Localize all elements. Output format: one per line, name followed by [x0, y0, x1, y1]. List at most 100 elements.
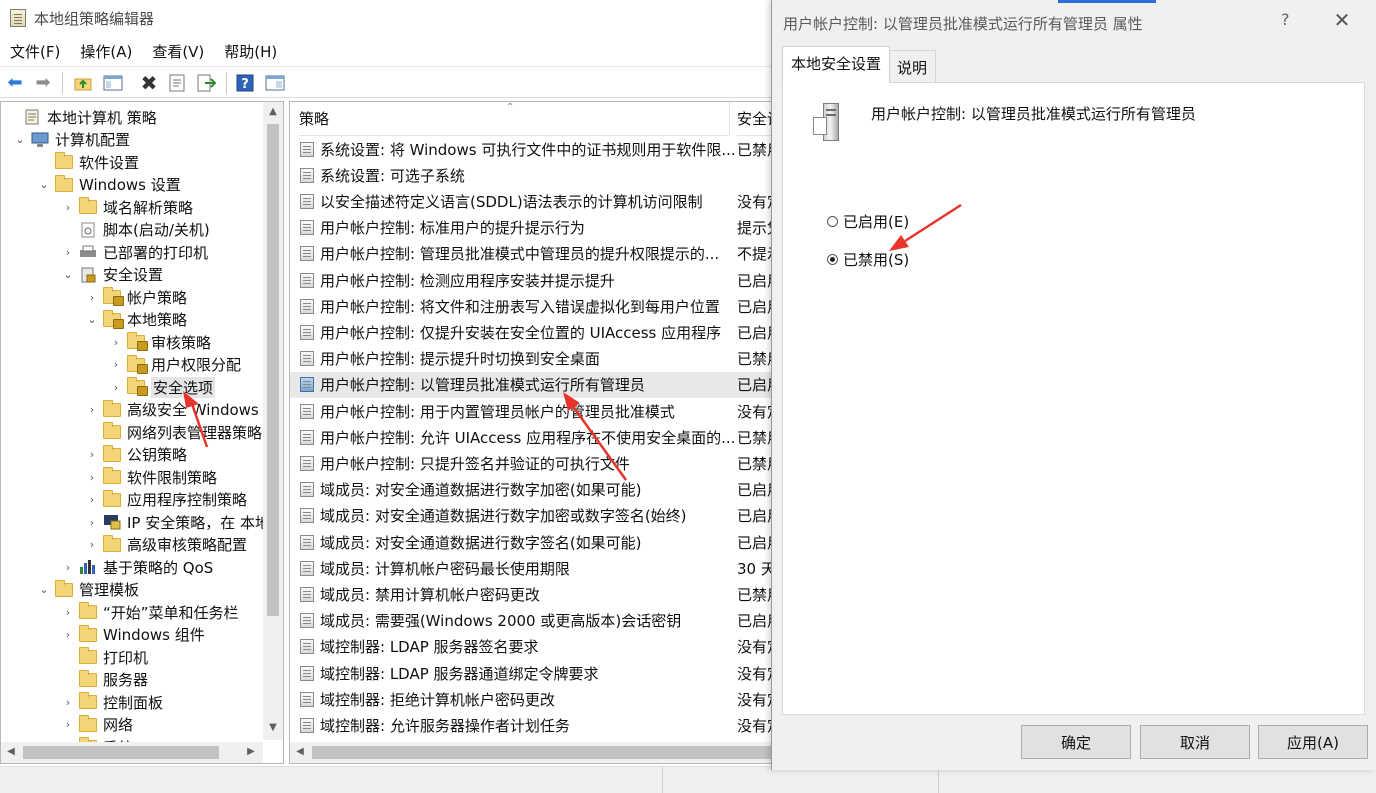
- chevron-down-icon[interactable]: ⌄: [61, 268, 75, 281]
- tree-node[interactable]: › 帐户策略: [85, 286, 187, 308]
- list-horizontal-scrollbar[interactable]: ◀: [290, 742, 788, 763]
- tree-node[interactable]: › 高级审核策略配置: [85, 534, 247, 556]
- tree-node[interactable]: ⌄ 本地策略: [85, 309, 187, 331]
- tree-node[interactable]: 脚本(启动/关机): [61, 219, 210, 241]
- chevron-right-icon[interactable]: ›: [61, 201, 75, 214]
- policy-row[interactable]: 域成员: 对安全通道数据进行数字签名(如果可能) 已启用: [290, 529, 788, 555]
- tree-node[interactable]: › 安全选项: [109, 376, 216, 398]
- tree-node[interactable]: › IP 安全策略，在 本地: [85, 511, 270, 533]
- policy-row[interactable]: 域成员: 计算机帐户密码最长使用期限 30 天: [290, 555, 788, 581]
- tree-node[interactable]: › 用户权限分配: [109, 354, 241, 376]
- policy-row[interactable]: 域控制器: 拒绝计算机帐户密码更改 没有定: [290, 686, 788, 712]
- menu-view[interactable]: 查看(V): [142, 38, 214, 64]
- tree-node[interactable]: › Windows 组件: [61, 624, 205, 646]
- delete-icon[interactable]: ✖: [138, 72, 160, 94]
- policy-row[interactable]: 域控制器: LDAP 服务器签名要求 没有定: [290, 634, 788, 660]
- policy-row[interactable]: 用户帐户控制: 检测应用程序安装并提示提升 已启用: [290, 267, 788, 293]
- policy-row[interactable]: 用户帐户控制: 只提升签名并验证的可执行文件 已禁用: [290, 450, 788, 476]
- tree-horizontal-scrollbar[interactable]: ◀ ▶: [1, 742, 263, 763]
- chevron-down-icon[interactable]: ⌄: [37, 178, 51, 191]
- tree-node[interactable]: ⌄ 安全设置: [61, 264, 163, 286]
- tree-node[interactable]: ⌄ Windows 设置: [37, 174, 181, 196]
- tree-scroll-thumb[interactable]: [267, 124, 279, 616]
- tree-node[interactable]: › 应用程序控制策略: [85, 489, 247, 511]
- tree-node[interactable]: › “开始”菜单和任务栏: [61, 601, 239, 623]
- help-button[interactable]: ?: [1281, 10, 1290, 29]
- help-icon[interactable]: ?: [234, 72, 256, 94]
- tree-node[interactable]: 本地计算机 策略: [5, 106, 157, 128]
- policy-row[interactable]: 用户帐户控制: 以管理员批准模式运行所有管理员 已启用: [290, 371, 788, 398]
- policy-row[interactable]: 域成员: 对安全通道数据进行数字加密或数字签名(始终) 已启用: [290, 503, 788, 529]
- chevron-down-icon[interactable]: ⌄: [85, 313, 99, 326]
- apply-button[interactable]: 应用(A): [1258, 725, 1368, 759]
- policy-row[interactable]: 用户帐户控制: 用于内置管理员帐户的管理员批准模式 没有定: [290, 398, 788, 424]
- tree-node[interactable]: › 公钥策略: [85, 444, 187, 466]
- tree-node[interactable]: › 网络: [61, 714, 133, 736]
- up-folder-icon[interactable]: [72, 72, 94, 94]
- tree-vertical-scrollbar[interactable]: ▲ ▼: [263, 102, 283, 740]
- policy-row[interactable]: 系统设置: 将 Windows 可执行文件中的证书规则用于软件限... 已禁用: [290, 136, 788, 162]
- tree-hscroll-thumb[interactable]: [23, 746, 219, 759]
- chevron-right-icon[interactable]: ›: [85, 538, 99, 551]
- chevron-right-icon[interactable]: ›: [85, 493, 99, 506]
- chevron-right-icon[interactable]: ›: [61, 696, 75, 709]
- policy-row[interactable]: 域控制器: 允许服务器操作者计划任务 没有定: [290, 712, 788, 738]
- properties-icon[interactable]: [166, 72, 188, 94]
- tree-node[interactable]: › 控制面板: [61, 691, 163, 713]
- chevron-right-icon[interactable]: ›: [61, 718, 75, 731]
- tree-node[interactable]: ⌄ 计算机配置: [13, 129, 130, 151]
- tree-node[interactable]: ⌄ 管理模板: [37, 579, 139, 601]
- tree-node[interactable]: › 域名解析策略: [61, 196, 193, 218]
- chevron-right-icon[interactable]: ›: [85, 291, 99, 304]
- tree-node[interactable]: 网络列表管理器策略: [85, 421, 262, 443]
- policy-row[interactable]: 用户帐户控制: 将文件和注册表写入错误虚拟化到每用户位置 已启用: [290, 293, 788, 319]
- menu-help[interactable]: 帮助(H): [214, 38, 287, 64]
- tab-explain[interactable]: 说明: [888, 50, 937, 82]
- policy-row[interactable]: 系统设置: 可选子系统: [290, 162, 788, 188]
- tree-node[interactable]: 服务器: [61, 669, 148, 691]
- chevron-right-icon[interactable]: ›: [109, 381, 123, 394]
- tree-node[interactable]: 软件设置: [37, 151, 139, 173]
- chevron-right-icon[interactable]: ›: [85, 403, 99, 416]
- policy-row[interactable]: 用户帐户控制: 允许 UIAccess 应用程序在不使用安全桌面的... 已禁用: [290, 424, 788, 450]
- back-icon[interactable]: ⬅: [4, 72, 26, 94]
- chevron-right-icon[interactable]: ›: [85, 516, 99, 529]
- view-icon[interactable]: [264, 72, 286, 94]
- tab-local-security-setting[interactable]: 本地安全设置: [782, 46, 891, 83]
- chevron-right-icon[interactable]: ›: [85, 448, 99, 461]
- menu-action[interactable]: 操作(A): [70, 38, 142, 64]
- cancel-button[interactable]: 取消: [1140, 725, 1250, 759]
- close-icon[interactable]: ✕: [1328, 8, 1356, 32]
- chevron-right-icon[interactable]: ›: [61, 561, 75, 574]
- policy-row[interactable]: 用户帐户控制: 仅提升安装在安全位置的 UIAccess 应用程序 已启用: [290, 319, 788, 345]
- policy-row[interactable]: 用户帐户控制: 提示提升时切换到安全桌面 已禁用: [290, 346, 788, 372]
- tree-node[interactable]: › 软件限制策略: [85, 466, 217, 488]
- chevron-right-icon[interactable]: ›: [85, 471, 99, 484]
- ok-button[interactable]: 确定: [1021, 725, 1131, 759]
- policy-row[interactable]: 以安全描述符定义语言(SDDL)语法表示的计算机访问限制 没有定: [290, 188, 788, 214]
- policy-row[interactable]: 用户帐户控制: 标准用户的提升提示行为 提示凭: [290, 215, 788, 241]
- chevron-right-icon[interactable]: ›: [61, 246, 75, 259]
- policy-row[interactable]: 用户帐户控制: 管理员批准模式中管理员的提升权限提示的... 不提示: [290, 241, 788, 267]
- chevron-down-icon[interactable]: ⌄: [13, 133, 27, 146]
- chevron-right-icon[interactable]: ›: [109, 358, 123, 371]
- policy-row[interactable]: 域控制器: LDAP 服务器通道绑定令牌要求 没有定: [290, 660, 788, 686]
- tree-node[interactable]: › 已部署的打印机: [61, 241, 208, 263]
- chevron-right-icon[interactable]: ›: [61, 606, 75, 619]
- list-hscroll-thumb[interactable]: [312, 746, 788, 759]
- export-list-icon[interactable]: [196, 72, 218, 94]
- policy-row[interactable]: 域成员: 禁用计算机帐户密码更改 已禁用: [290, 581, 788, 607]
- chevron-down-icon[interactable]: ⌄: [37, 583, 51, 596]
- policy-setting-icon: [300, 665, 314, 681]
- policy-row[interactable]: 域成员: 需要强(Windows 2000 或更高版本)会话密钥 已启用: [290, 608, 788, 634]
- chevron-right-icon[interactable]: ›: [61, 628, 75, 641]
- menu-file[interactable]: 文件(F): [0, 38, 70, 64]
- chevron-right-icon[interactable]: ›: [109, 336, 123, 349]
- tree-node[interactable]: › 基于策略的 QoS: [61, 556, 213, 578]
- show-hide-tree-icon[interactable]: [102, 72, 124, 94]
- policy-row[interactable]: 域成员: 对安全通道数据进行数字加密(如果可能) 已启用: [290, 477, 788, 503]
- tree-node[interactable]: 打印机: [61, 646, 148, 668]
- tree-node[interactable]: › 审核策略: [109, 331, 211, 353]
- tree-node[interactable]: › 高级安全 Windows D: [85, 399, 275, 421]
- forward-icon[interactable]: ➡: [32, 72, 54, 94]
